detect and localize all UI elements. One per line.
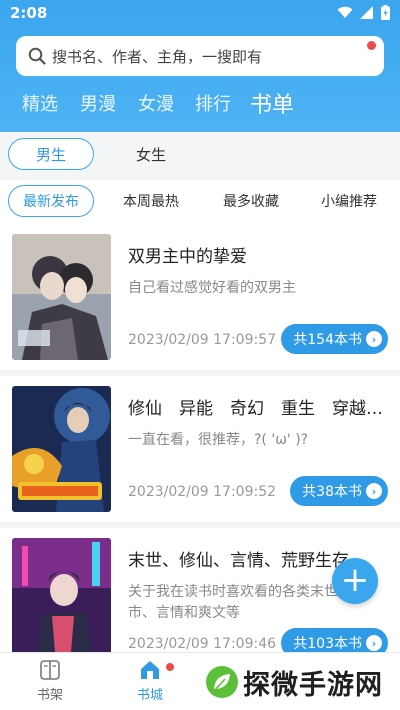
tab-booklist[interactable]: 书单 (250, 87, 294, 119)
book-count-label: 共154本书 (293, 332, 362, 348)
tab-featured[interactable]: 精选 (22, 90, 58, 116)
book-count-button[interactable]: 共103本书 › (281, 628, 388, 652)
status-time: 2:08 (10, 4, 48, 22)
sort-tab-weekly-hot[interactable]: 本周最热 (108, 185, 194, 217)
booklist-date: 2023/02/09 17:09:46 (128, 636, 277, 652)
booklist-card[interactable]: 双男主中的挚爱 自己看过感觉好看的双男主 2023/02/09 17:09:57… (0, 224, 400, 370)
booklist-description: 关于我在读书时喜欢看的各类末世、都市、言情和爽文等 (128, 584, 366, 621)
cover-image (12, 234, 111, 360)
book-count-label: 共38本书 (302, 484, 362, 500)
sort-tab-editor-picks[interactable]: 小编推荐 (306, 185, 392, 217)
nav-bookshelf-label: 书架 (36, 688, 63, 703)
sort-filter: 最新发布 本周最热 最多收藏 小编推荐 (0, 180, 400, 224)
search-bar[interactable]: 搜书名、作者、主角，一搜即有 (16, 36, 384, 76)
chevron-right-icon: › (366, 635, 382, 651)
booklist-card[interactable]: 修仙 异能 奇幻 重生 穿越… 一直在看，很推荐，?( 'ω' )? 2023/… (0, 376, 400, 522)
notification-dot (367, 41, 376, 50)
chevron-right-icon: › (366, 331, 382, 347)
cover-image (12, 538, 111, 652)
gender-tab-female[interactable]: 女生 (108, 138, 194, 170)
app-header: 2:08 搜书名、作者、主角，一搜即有 精选 男漫 女漫 排行 书单 (0, 0, 400, 132)
nav-bookshelf[interactable]: 书架 (20, 659, 80, 703)
site-watermark: 探微手游网 (205, 658, 383, 706)
sort-tab-most-favorited[interactable]: 最多收藏 (208, 185, 294, 217)
plus-icon: + (340, 560, 370, 600)
leaf-logo-icon (206, 666, 238, 698)
search-placeholder[interactable]: 搜书名、作者、主角，一搜即有 (52, 46, 262, 67)
gender-filter: 男生 女生 (0, 132, 400, 180)
bookshelf-icon (40, 660, 60, 680)
notification-dot (166, 663, 174, 671)
booklist-date: 2023/02/09 17:09:57 (128, 332, 277, 348)
system-icons (337, 5, 390, 20)
bookstore-icon (141, 661, 159, 679)
nav-bookstore[interactable]: 书城 (120, 659, 180, 703)
sort-tab-latest[interactable]: 最新发布 (8, 185, 94, 217)
status-bar: 2:08 (0, 0, 400, 28)
chevron-right-icon: › (366, 483, 382, 499)
booklist-description: 一直在看，很推荐，?( 'ω' )? (128, 432, 309, 448)
add-booklist-button[interactable]: + (332, 558, 378, 604)
signal-icon (360, 6, 373, 19)
watermark-text: 探微手游网 (243, 669, 383, 701)
gender-tab-male[interactable]: 男生 (8, 138, 94, 170)
book-count-label: 共103本书 (293, 636, 362, 652)
booklist-title: 修仙 异能 奇幻 重生 穿越… (128, 399, 383, 419)
booklist-description: 自己看过感觉好看的双男主 (128, 280, 296, 296)
cover-image (12, 386, 111, 512)
book-count-button[interactable]: 共154本书 › (281, 324, 388, 354)
book-count-button[interactable]: 共38本书 › (290, 476, 388, 506)
booklist-date: 2023/02/09 17:09:52 (128, 484, 277, 500)
top-category-tabs: 精选 男漫 女漫 排行 书单 (0, 90, 400, 126)
tab-ranking[interactable]: 排行 (195, 90, 231, 116)
wifi-icon (337, 6, 353, 18)
search-icon (28, 47, 46, 65)
tab-male-comics[interactable]: 男漫 (80, 90, 116, 116)
tab-female-comics[interactable]: 女漫 (138, 90, 174, 116)
nav-bookstore-label: 书城 (136, 688, 163, 703)
booklist-title: 双男主中的挚爱 (128, 247, 247, 267)
battery-icon (381, 5, 390, 20)
